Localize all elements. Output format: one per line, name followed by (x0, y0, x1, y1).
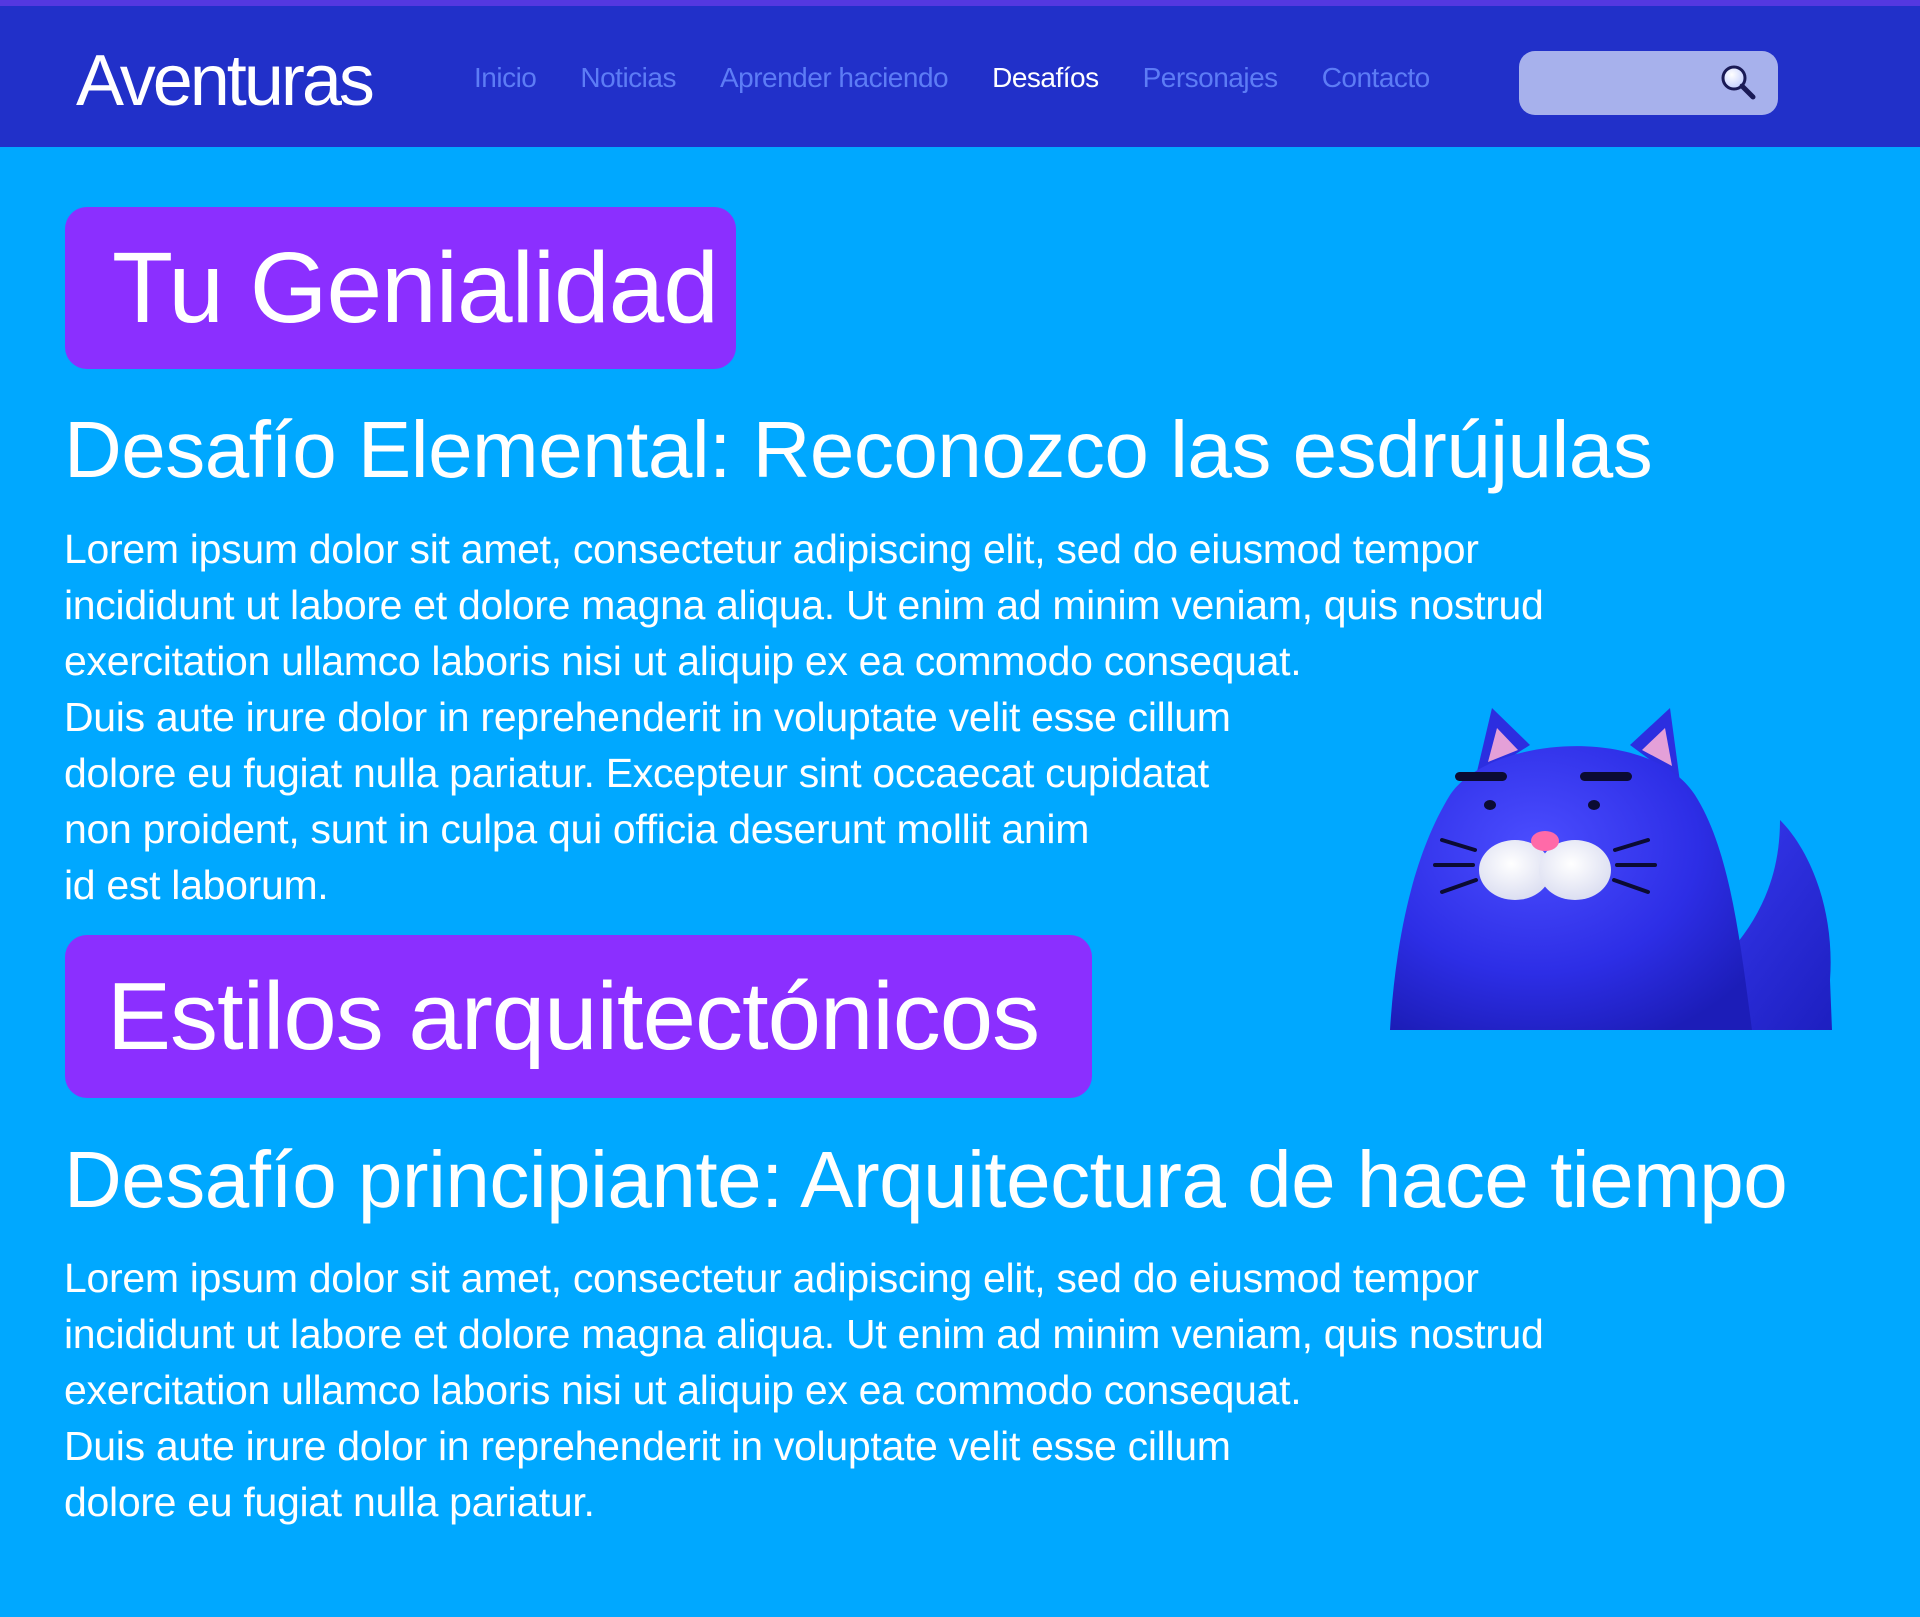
nav-item-inicio[interactable]: Inicio (474, 58, 537, 98)
body-line: exercitation ullamco laboris nisi ut ali… (64, 1367, 1302, 1413)
search-input[interactable] (1519, 51, 1778, 115)
nav-item-contacto[interactable]: Contacto (1322, 58, 1431, 98)
nav-item-personajes[interactable]: Personajes (1143, 58, 1279, 98)
body-line: id est laborum. (64, 862, 329, 908)
challenge-title-esdrujulas: Desafío Elemental: Reconozco las esdrúju… (64, 405, 1653, 494)
body-line: exercitation ullamco laboris nisi ut ali… (64, 638, 1302, 684)
body-line: incididunt ut labore et dolore magna ali… (64, 582, 1544, 628)
body-line: incididunt ut labore et dolore magna ali… (64, 1311, 1544, 1357)
site-logo[interactable]: Aventuras (76, 36, 375, 126)
main-nav: Inicio Noticias Aprender haciendo Desafí… (474, 58, 1474, 98)
section-badge-tu-genialidad: Tu Genialidad (65, 207, 736, 369)
nav-item-aprender-haciendo[interactable]: Aprender haciendo (720, 58, 949, 98)
body-line: dolore eu fugiat nulla pariatur. (64, 1479, 595, 1525)
nav-item-noticias[interactable]: Noticias (580, 58, 676, 98)
body-line: dolore eu fugiat nulla pariatur. Excepte… (64, 750, 1209, 796)
nav-item-desafios[interactable]: Desafíos (992, 58, 1099, 98)
body-line: Duis aute irure dolor in reprehenderit i… (64, 694, 1231, 740)
challenge-title-arquitectura: Desafío principiante: Arquitectura de ha… (64, 1135, 1788, 1224)
body-line: Duis aute irure dolor in reprehenderit i… (64, 1423, 1231, 1469)
body-line: Lorem ipsum dolor sit amet, consectetur … (64, 526, 1479, 572)
section-badge-estilos-arquitectonicos: Estilos arquitectónicos (65, 935, 1092, 1098)
blue-cat-mascot-icon (1390, 708, 1832, 1030)
body-line: Lorem ipsum dolor sit amet, consectetur … (64, 1255, 1479, 1301)
search-icon[interactable] (1718, 63, 1758, 103)
challenge-description-esdrujulas: Lorem ipsum dolor sit amet, consectetur … (64, 521, 1544, 913)
challenge-description-arquitectura: Lorem ipsum dolor sit amet, consectetur … (64, 1250, 1544, 1530)
top-navigation-bar: Aventuras Inicio Noticias Aprender hacie… (0, 0, 1920, 147)
body-line: non proident, sunt in culpa qui officia … (64, 806, 1090, 852)
